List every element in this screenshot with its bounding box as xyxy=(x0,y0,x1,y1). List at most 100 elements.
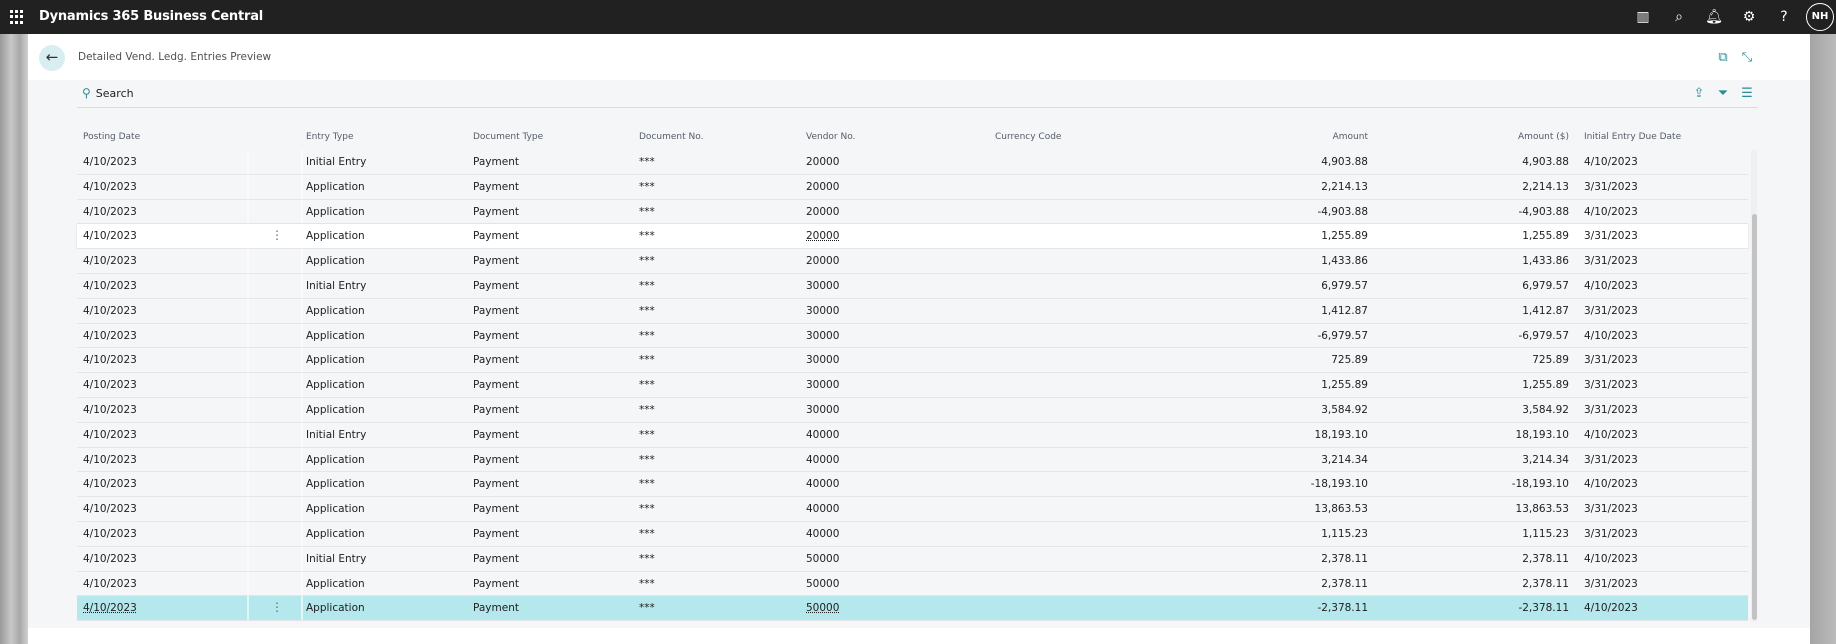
cell-vendor-no[interactable]: 20000 xyxy=(806,156,839,168)
cell-posting-date[interactable]: 4/10/2023 xyxy=(83,280,137,292)
table-row[interactable]: 4/10/2023 Initial Entry Payment *** 30000 6,9… xyxy=(77,273,1748,299)
table-row[interactable]: 4/10/2023 Initial Entry Payment *** 20000 4,9… xyxy=(77,150,1748,175)
cell-vendor-no[interactable]: 30000 xyxy=(806,330,839,342)
share-icon[interactable]: ⇪ xyxy=(1691,86,1707,102)
app-title[interactable]: Dynamics 365 Business Central xyxy=(39,9,263,24)
cell-vendor-no[interactable]: 20000 xyxy=(806,206,839,218)
cell-amount-usd: -4,903.88 xyxy=(1518,205,1569,218)
company-icon[interactable]: ▥ xyxy=(1634,8,1652,26)
cell-document-type: Payment xyxy=(473,230,519,243)
app-launcher-icon[interactable] xyxy=(10,10,24,24)
cell-vendor-no[interactable]: 40000 xyxy=(806,503,839,515)
column-divider xyxy=(301,199,303,224)
cell-initial-entry-due-date: 3/31/2023 xyxy=(1584,354,1638,367)
list-view-icon[interactable]: ☰ xyxy=(1739,86,1755,102)
table-row[interactable]: 4/10/2023 Application Payment *** 20000 2,214… xyxy=(77,174,1748,200)
cell-vendor-no[interactable]: 50000 xyxy=(806,578,839,590)
gear-icon[interactable]: ⚙ xyxy=(1740,8,1758,26)
cell-vendor-no[interactable]: 30000 xyxy=(806,379,839,391)
cell-posting-date[interactable]: 4/10/2023 xyxy=(83,404,137,416)
cell-vendor-no[interactable]: 50000 xyxy=(806,553,839,565)
cell-posting-date[interactable]: 4/10/2023 xyxy=(83,553,137,565)
bell-icon[interactable]: 🔔︎ xyxy=(1705,8,1723,26)
filter-icon[interactable]: ⏷ xyxy=(1715,86,1731,102)
row-actions-menu-icon[interactable]: ⋮ xyxy=(271,228,283,242)
cell-posting-date[interactable]: 4/10/2023 xyxy=(83,578,137,590)
cell-posting-date[interactable]: 4/10/2023 xyxy=(83,255,137,267)
cell-entry-type: Application xyxy=(306,329,365,342)
table-row[interactable]: 4/10/2023 Application Payment *** 30000 3,584… xyxy=(77,397,1748,423)
cell-posting-date[interactable]: 4/10/2023 xyxy=(83,528,137,540)
cell-posting-date[interactable]: 4/10/2023 xyxy=(83,602,137,614)
cell-vendor-no[interactable]: 30000 xyxy=(806,280,839,292)
back-button[interactable]: ← xyxy=(39,45,65,71)
column-header-vendor-no[interactable]: Vendor No. xyxy=(806,132,855,142)
cell-posting-date[interactable]: 4/10/2023 xyxy=(83,181,137,193)
cell-posting-date[interactable]: 4/10/2023 xyxy=(83,206,137,218)
column-header-currency-code[interactable]: Currency Code xyxy=(995,132,1061,142)
cell-posting-date[interactable]: 4/10/2023 xyxy=(83,230,137,242)
open-new-window-icon[interactable]: ⧉ xyxy=(1715,50,1731,66)
collapse-icon[interactable]: ⤡ xyxy=(1739,50,1755,66)
scrollbar-thumb[interactable] xyxy=(1752,214,1757,620)
cell-posting-date[interactable]: 4/10/2023 xyxy=(83,354,137,366)
cell-amount-usd: 1,412.87 xyxy=(1522,304,1569,317)
cell-vendor-no[interactable]: 40000 xyxy=(806,478,839,490)
column-divider xyxy=(247,497,249,521)
table-row[interactable]: 4/10/2023 Application Payment *** 40000 13,86… xyxy=(77,497,1748,522)
cell-posting-date[interactable]: 4/10/2023 xyxy=(83,503,137,515)
cell-posting-date[interactable]: 4/10/2023 xyxy=(83,379,137,391)
table-row[interactable]: 4/10/2023 Application Payment *** 40000 3,214… xyxy=(77,447,1748,473)
column-header-document-type[interactable]: Document Type xyxy=(473,132,543,142)
cell-initial-entry-due-date: 3/31/2023 xyxy=(1584,255,1638,268)
cell-vendor-no[interactable]: 50000 xyxy=(806,602,839,614)
avatar[interactable]: NH xyxy=(1806,3,1834,31)
cell-vendor-no[interactable]: 40000 xyxy=(806,528,839,540)
table-row[interactable]: 4/10/2023 Application Payment *** 20000 1,255… xyxy=(77,224,1748,250)
cell-posting-date[interactable]: 4/10/2023 xyxy=(83,330,137,342)
table-row[interactable]: 4/10/2023 Application Payment *** 20000 1,433… xyxy=(77,249,1748,274)
table-row[interactable]: 4/10/2023 Initial Entry Payment *** 50000 2,3… xyxy=(77,546,1748,572)
table-row[interactable]: 4/10/2023 Application Payment *** 30000 -6,97… xyxy=(77,323,1748,349)
column-header-posting-date[interactable]: Posting Date xyxy=(83,132,140,142)
table-row[interactable]: 4/10/2023 Application Payment *** 40000 -18,1… xyxy=(77,472,1748,498)
table-row[interactable]: 4/10/2023 Application Payment *** 50000 -2,37… xyxy=(77,596,1748,622)
cell-vendor-no[interactable]: 30000 xyxy=(806,354,839,366)
cell-vendor-no[interactable]: 30000 xyxy=(806,404,839,416)
cell-vendor-no[interactable]: 40000 xyxy=(806,429,839,441)
table-row[interactable]: 4/10/2023 Application Payment *** 20000 -4,90… xyxy=(77,199,1748,225)
cell-vendor-no[interactable]: 30000 xyxy=(806,305,839,317)
cell-vendor-no[interactable]: 20000 xyxy=(806,255,839,267)
table-row[interactable]: 4/10/2023 Application Payment *** 30000 725.8… xyxy=(77,348,1748,374)
cell-document-type: Payment xyxy=(473,156,519,168)
cell-document-type: Payment xyxy=(473,453,519,466)
cell-entry-type: Application xyxy=(306,255,365,268)
column-header-amount[interactable]: Amount xyxy=(1333,132,1368,142)
cell-posting-date[interactable]: 4/10/2023 xyxy=(83,429,137,441)
table-row[interactable]: 4/10/2023 Application Payment *** 30000 1,412… xyxy=(77,298,1748,324)
column-header-amount-usd[interactable]: Amount ($) xyxy=(1518,132,1569,142)
cell-posting-date[interactable]: 4/10/2023 xyxy=(83,305,137,317)
help-icon[interactable]: ? xyxy=(1775,8,1793,26)
column-divider xyxy=(247,199,249,224)
search-button[interactable]: ⚲ Search xyxy=(82,86,134,100)
cell-posting-date[interactable]: 4/10/2023 xyxy=(83,156,137,168)
column-header-initial-entry-due-date[interactable]: Initial Entry Due Date xyxy=(1584,132,1681,142)
cell-vendor-no[interactable]: 20000 xyxy=(806,181,839,193)
column-divider xyxy=(247,472,249,497)
cell-vendor-no[interactable]: 20000 xyxy=(806,230,839,242)
column-divider xyxy=(247,397,249,422)
row-actions-menu-icon[interactable]: ⋮ xyxy=(271,600,283,614)
cell-initial-entry-due-date: 4/10/2023 xyxy=(1584,205,1638,218)
search-icon[interactable]: ⌕ xyxy=(1670,8,1688,26)
column-header-document-no[interactable]: Document No. xyxy=(639,132,703,142)
cell-posting-date[interactable]: 4/10/2023 xyxy=(83,454,137,466)
cell-vendor-no[interactable]: 40000 xyxy=(806,454,839,466)
table-row[interactable]: 4/10/2023 Application Payment *** 40000 1,115… xyxy=(77,521,1748,547)
column-header-entry-type[interactable]: Entry Type xyxy=(306,132,353,142)
column-divider xyxy=(247,323,249,348)
table-row[interactable]: 4/10/2023 Application Payment *** 30000 1,255… xyxy=(77,373,1748,398)
cell-posting-date[interactable]: 4/10/2023 xyxy=(83,478,137,490)
table-row[interactable]: 4/10/2023 Initial Entry Payment *** 40000 18,… xyxy=(77,422,1748,448)
table-row[interactable]: 4/10/2023 Application Payment *** 50000 2,378… xyxy=(77,571,1748,597)
